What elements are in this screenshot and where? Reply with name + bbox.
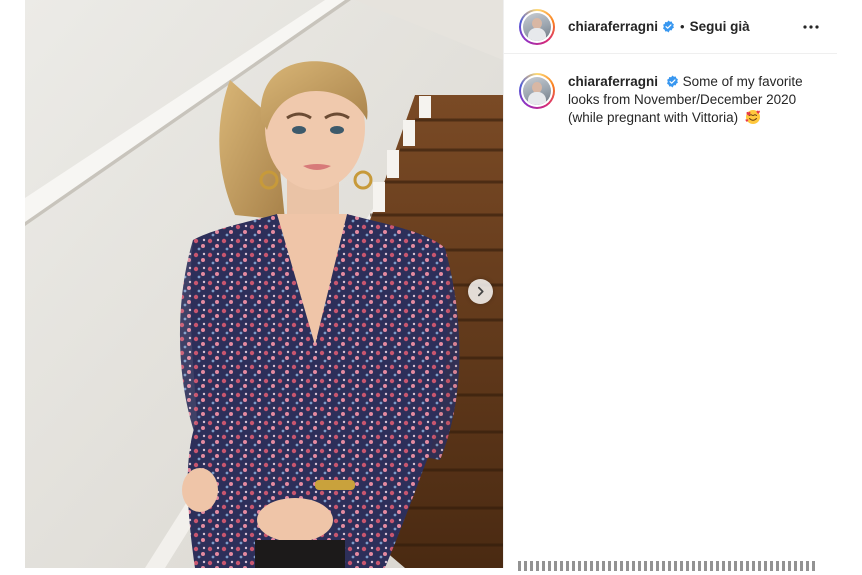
header-username[interactable]: chiaraferragni bbox=[568, 19, 658, 34]
chevron-right-icon bbox=[477, 286, 484, 297]
post-header: chiaraferragni • Segui già bbox=[504, 0, 837, 54]
following-button[interactable]: Segui già bbox=[690, 19, 750, 34]
post-side-panel: chiaraferragni • Segui già chiaraferragn… bbox=[503, 0, 837, 571]
caption-avatar-image bbox=[523, 77, 551, 105]
separator-dot: • bbox=[680, 19, 685, 34]
post-modal: chiaraferragni • Segui già chiaraferragn… bbox=[25, 0, 837, 571]
more-options-button[interactable] bbox=[799, 15, 823, 39]
verified-badge-icon bbox=[662, 20, 675, 33]
caption-text-block: chiaraferragni Some of my favorite looks… bbox=[568, 73, 823, 130]
caption-verified-badge-icon bbox=[666, 75, 679, 88]
next-comment-partial bbox=[504, 561, 838, 575]
avatar-image bbox=[523, 12, 551, 41]
more-options-icon bbox=[803, 24, 819, 29]
post-photo[interactable] bbox=[25, 0, 503, 568]
avatar[interactable] bbox=[519, 8, 555, 45]
smiling-face-with-hearts-icon bbox=[745, 109, 761, 130]
caption-username[interactable]: chiaraferragni bbox=[568, 74, 658, 89]
photo-illustration bbox=[25, 0, 503, 568]
caption-avatar[interactable] bbox=[519, 73, 555, 109]
next-photo-button[interactable] bbox=[468, 279, 493, 304]
caption: chiaraferragni Some of my favorite looks… bbox=[504, 54, 837, 130]
